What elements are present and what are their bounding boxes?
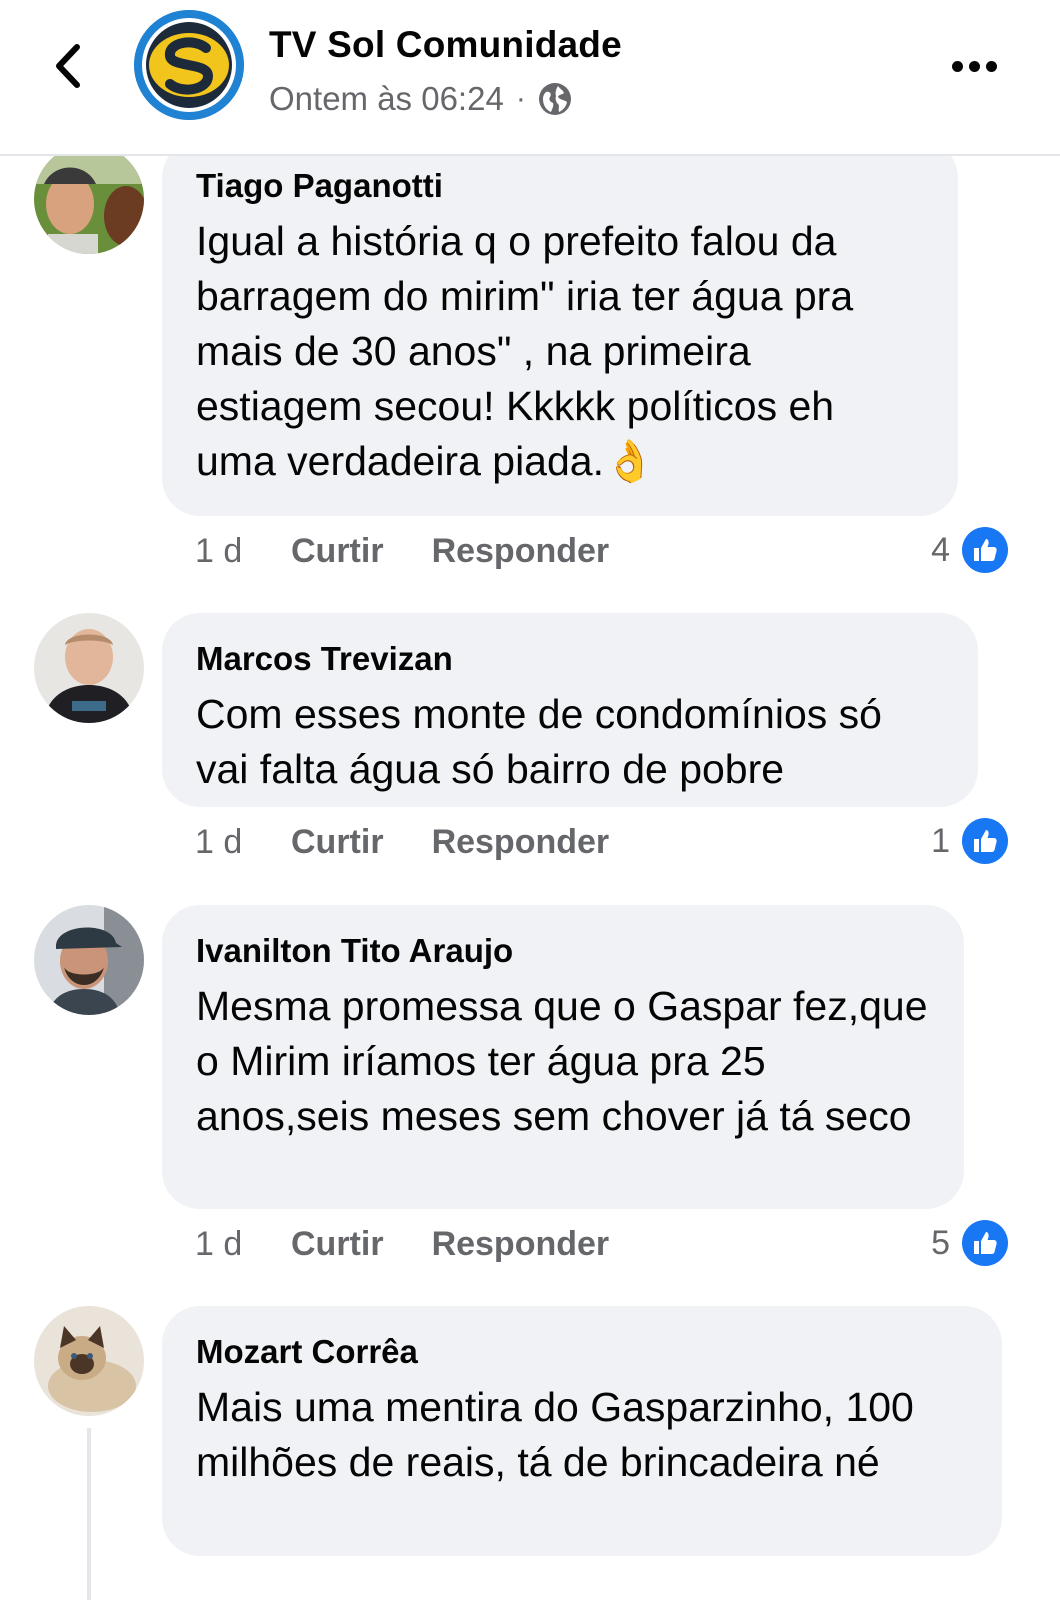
thumbs-up-icon: [962, 1220, 1008, 1266]
comment-time[interactable]: 1 d: [195, 1225, 291, 1264]
avatar[interactable]: [34, 144, 144, 254]
page-name[interactable]: TV Sol Comunidade: [269, 24, 622, 66]
avatar[interactable]: [34, 905, 144, 1015]
globe-icon: [538, 83, 571, 115]
avatar-photo: [34, 1306, 144, 1416]
post-meta: Ontem às 06:24 ·: [269, 78, 572, 120]
thumbs-up-icon: [962, 527, 1008, 573]
comment-bubble: Mozart Corrêa Mais uma mentira do Gaspar…: [162, 1306, 1002, 1556]
ok-hand-emoji: 👌: [603, 438, 656, 484]
comment-actions: 1 d Curtir Responder: [195, 820, 609, 864]
avatar-photo: [34, 905, 144, 1015]
avatar-photo: [34, 144, 144, 254]
reaction-summary[interactable]: 5: [931, 1219, 1008, 1267]
reaction-count: 5: [931, 1223, 950, 1262]
comment-time[interactable]: 1 d: [195, 823, 291, 862]
comment-text: Com esses monte de condomínios só vai fa…: [196, 691, 882, 792]
page-avatar[interactable]: [134, 10, 244, 120]
like-button[interactable]: Curtir: [291, 532, 384, 571]
comment-bubble: Ivanilton Tito Araujo Mesma promessa que…: [162, 905, 964, 1209]
reaction-count: 4: [931, 530, 950, 569]
comment-time[interactable]: 1 d: [195, 532, 291, 571]
reaction-summary[interactable]: 4: [931, 526, 1008, 574]
comment-bubble: Marcos Trevizan Com esses monte de condo…: [162, 613, 978, 807]
comment-text: Mais uma mentira do Gasparzinho, 100 mil…: [196, 1384, 914, 1485]
reply-button[interactable]: Responder: [432, 1225, 610, 1264]
like-button[interactable]: Curtir: [291, 1225, 384, 1264]
reply-thread-line: [87, 1428, 91, 1600]
chevron-left-icon: [56, 44, 80, 88]
reaction-count: 1: [931, 821, 950, 860]
comment-author[interactable]: Mozart Corrêa: [196, 1332, 968, 1372]
comment-author[interactable]: Ivanilton Tito Araujo: [196, 931, 930, 971]
thumbs-up-icon: [962, 818, 1008, 864]
tv-sol-logo: [134, 10, 244, 120]
post-header: TV Sol Comunidade Ontem às 06:24 ·: [0, 0, 1060, 156]
back-button[interactable]: [40, 34, 96, 98]
avatar[interactable]: [34, 1306, 144, 1416]
reply-button[interactable]: Responder: [432, 823, 610, 862]
avatar-photo: [34, 613, 144, 723]
comment-actions: 1 d Curtir Responder: [195, 529, 609, 573]
comment-text: Mesma promessa que o Gaspar fez,que o Mi…: [196, 983, 928, 1139]
comment-bubble: Tiago Paganotti Igual a história q o pre…: [162, 140, 958, 516]
comment-actions: 1 d Curtir Responder: [195, 1222, 609, 1266]
reaction-summary[interactable]: 1: [931, 817, 1008, 865]
more-horizontal-icon: [951, 60, 963, 72]
post-timestamp[interactable]: Ontem às 06:24: [269, 80, 504, 118]
reply-button[interactable]: Responder: [432, 532, 610, 571]
comment-text: Igual a história q o prefeito falou da b…: [196, 218, 854, 484]
comment-author[interactable]: Tiago Paganotti: [196, 166, 924, 206]
more-options-button[interactable]: [946, 44, 1002, 88]
avatar[interactable]: [34, 613, 144, 723]
comment-author[interactable]: Marcos Trevizan: [196, 639, 944, 679]
like-button[interactable]: Curtir: [291, 823, 384, 862]
meta-separator: ·: [515, 82, 526, 115]
